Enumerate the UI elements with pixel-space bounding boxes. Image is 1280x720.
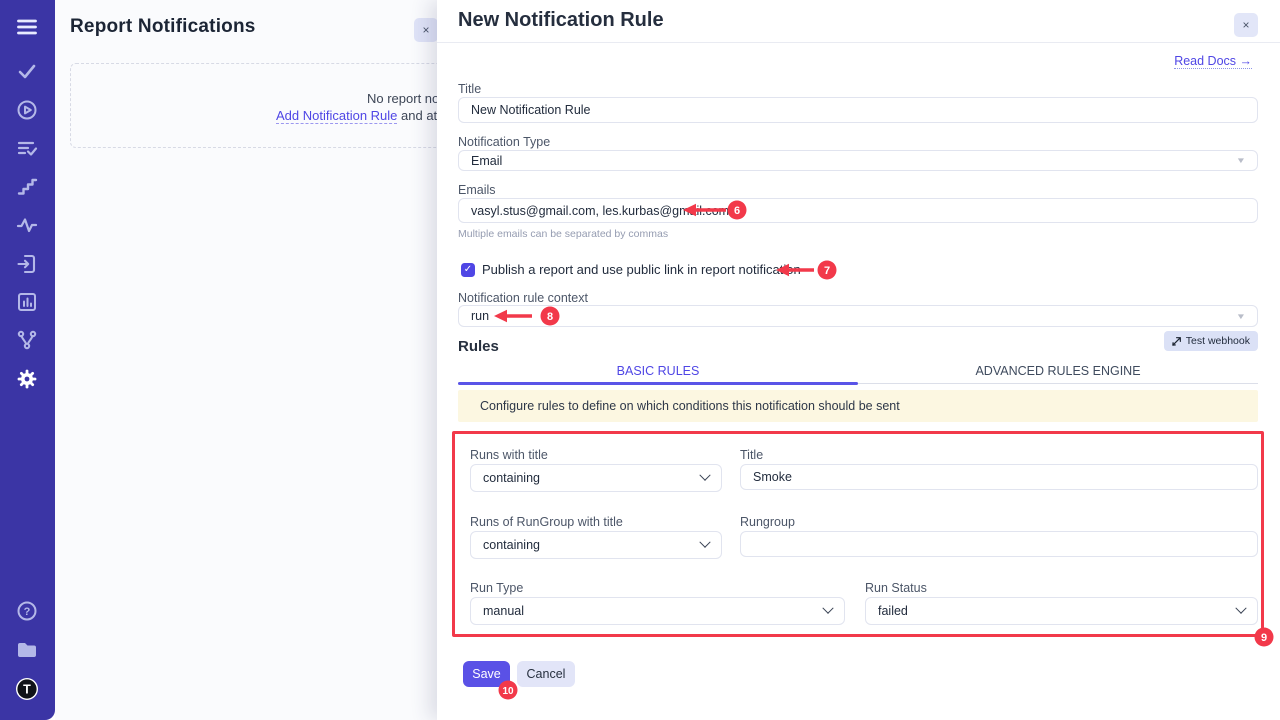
bar-chart-icon[interactable] — [15, 290, 39, 314]
play-circle-icon[interactable] — [15, 98, 39, 122]
context-select[interactable]: run ▼ — [458, 305, 1258, 327]
rules-info-banner: Configure rules to define on which condi… — [458, 390, 1258, 422]
emails-value: vasyl.stus@gmail.com, les.kurbas@gmail.c… — [471, 204, 729, 218]
add-notification-rule-link[interactable]: Add Notification Rule — [276, 108, 397, 124]
svg-text:?: ? — [24, 606, 31, 618]
rule-title-input[interactable]: Smoke — [740, 464, 1258, 490]
emails-helper-text: Multiple emails can be separated by comm… — [458, 228, 668, 240]
publish-report-label: Publish a report and use public link in … — [482, 262, 801, 277]
read-docs-link[interactable]: Read Docs → — [1174, 54, 1252, 69]
run-type-label: Run Type — [470, 581, 523, 595]
help-icon[interactable]: ? — [15, 599, 39, 623]
publish-report-checkbox-row[interactable]: ✓ Publish a report and use public link i… — [461, 262, 801, 277]
rungroup-with-title-value: containing — [483, 538, 540, 552]
runs-with-title-label: Runs with title — [470, 448, 548, 462]
rungroup-with-title-select[interactable]: containing — [470, 531, 722, 559]
title-value: New Notification Rule — [471, 103, 591, 117]
run-type-select[interactable]: manual — [470, 597, 845, 625]
chevron-down-icon — [699, 537, 710, 548]
close-icon[interactable]: × — [414, 18, 438, 42]
brand-logo-icon[interactable]: T — [15, 677, 39, 701]
empty-state-text: No report not — [367, 91, 443, 106]
chevron-down-icon — [822, 603, 833, 614]
close-icon[interactable]: × — [1234, 13, 1258, 37]
emails-label: Emails — [458, 183, 496, 197]
tab-basic-rules[interactable]: BASIC RULES — [458, 360, 858, 383]
activity-icon[interactable] — [15, 213, 39, 237]
test-webhook-button[interactable]: Test webhook — [1164, 331, 1258, 351]
context-value: run — [471, 309, 489, 323]
panel-title: Report Notifications — [70, 16, 256, 38]
run-type-value: manual — [483, 604, 524, 618]
tab-advanced-rules-engine[interactable]: ADVANCED RULES ENGINE — [858, 360, 1258, 383]
chevron-down-icon — [1235, 603, 1246, 614]
rungroup-label: Rungroup — [740, 515, 795, 529]
runs-with-title-value: containing — [483, 471, 540, 485]
rungroup-input[interactable] — [740, 531, 1258, 557]
rungroup-with-title-label: Runs of RunGroup with title — [470, 515, 623, 529]
svg-text:T: T — [23, 682, 31, 696]
folder-icon[interactable] — [15, 638, 39, 662]
caret-down-icon: ▼ — [1236, 312, 1246, 321]
cancel-button[interactable]: Cancel — [517, 661, 575, 687]
branch-icon[interactable] — [15, 328, 39, 352]
rules-tabs: BASIC RULES ADVANCED RULES ENGINE — [458, 360, 1258, 384]
settings-gear-icon[interactable] — [15, 367, 39, 391]
check-icon[interactable] — [15, 59, 39, 83]
emails-input[interactable]: vasyl.stus@gmail.com, les.kurbas@gmail.c… — [458, 198, 1258, 223]
run-status-value: failed — [878, 604, 908, 618]
steps-icon[interactable] — [15, 175, 39, 199]
report-notifications-panel: Report Notifications × No report not Add… — [55, 0, 437, 720]
enter-icon[interactable] — [15, 252, 39, 276]
notification-type-label: Notification Type — [458, 135, 550, 149]
title-input[interactable]: New Notification Rule — [458, 97, 1258, 123]
checkbox-checked-icon[interactable]: ✓ — [461, 263, 475, 277]
rule-title-label: Title — [740, 448, 763, 462]
chevron-down-icon — [699, 470, 710, 481]
webhook-arrows-icon — [1172, 336, 1182, 346]
caret-down-icon: ▼ — [1236, 156, 1246, 165]
rule-title-value: Smoke — [753, 470, 792, 484]
new-notification-rule-dialog: New Notification Rule × Read Docs → Titl… — [437, 0, 1280, 720]
runs-with-title-select[interactable]: containing — [470, 464, 722, 492]
run-status-label: Run Status — [865, 581, 927, 595]
empty-state-text-2: Add Notification Rule and attac — [276, 108, 455, 123]
rules-info-text: Configure rules to define on which condi… — [480, 399, 900, 413]
dialog-title: New Notification Rule — [458, 9, 664, 32]
notification-type-value: Email — [471, 154, 502, 168]
save-button[interactable]: Save — [463, 661, 510, 687]
list-check-icon[interactable] — [15, 136, 39, 160]
run-status-select[interactable]: failed — [865, 597, 1258, 625]
notification-type-select[interactable]: Email ▼ — [458, 150, 1258, 171]
context-label: Notification rule context — [458, 291, 588, 305]
rules-heading: Rules — [458, 338, 499, 355]
dialog-header: New Notification Rule × — [437, 0, 1280, 43]
title-label: Title — [458, 82, 481, 96]
menu-icon[interactable] — [15, 15, 39, 39]
test-webhook-label: Test webhook — [1186, 335, 1250, 347]
app-sidebar: ? T — [0, 0, 55, 720]
